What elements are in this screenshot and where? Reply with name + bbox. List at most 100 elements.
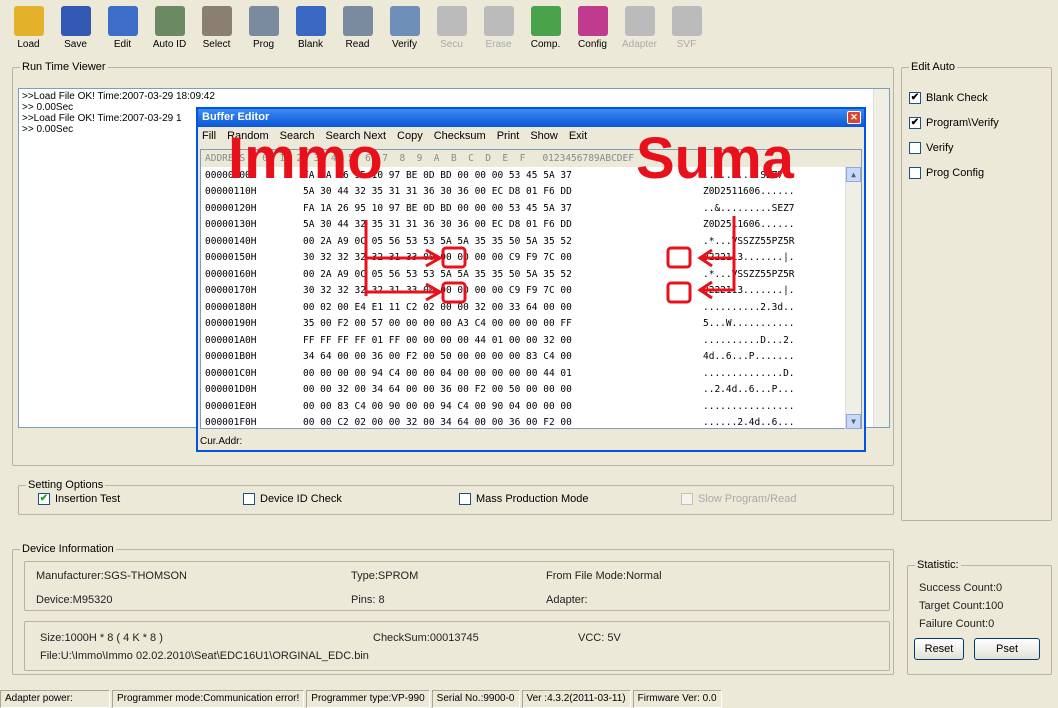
success-count-text: Success Count:0 <box>919 582 1003 594</box>
mass-production-label: Mass Production Mode <box>476 493 589 505</box>
edit-auto-group: Edit Auto <box>901 61 1052 521</box>
hex-address: 00000140H <box>205 235 257 247</box>
insertion-test-label: Insertion Test <box>55 493 121 505</box>
menu-item[interactable]: Search <box>280 130 315 142</box>
toolbar-button[interactable]: Load <box>6 6 51 58</box>
hex-ascii: ..&.......SEZ7 <box>703 169 784 181</box>
toolbar-button-label: Comp. <box>530 39 561 50</box>
scroll-down-icon[interactable]: ▼ <box>846 414 861 429</box>
toolbar-button[interactable]: Comp. <box>523 6 568 58</box>
hex-grid[interactable]: ADDRESS 0 1 2 3 4 5 6 7 8 9 A B C D E F … <box>200 149 862 429</box>
checksum-text: CheckSum:00013745 <box>373 632 479 644</box>
hex-address: 00000180H <box>205 301 257 313</box>
menu-item[interactable]: Show <box>530 130 558 142</box>
menu-item[interactable]: Copy <box>397 130 423 142</box>
checkbox-box <box>909 167 921 179</box>
toolbar-button[interactable]: Verify <box>382 6 427 58</box>
hex-row[interactable]: 00000110H 5A 30 44 32 35 31 31 36 30 36 0… <box>201 184 861 201</box>
hex-address: 00000170H <box>205 285 257 297</box>
toolbar-button[interactable]: Save <box>53 6 98 58</box>
device-id-check-label: Device ID Check <box>260 493 342 505</box>
hex-row[interactable]: 00000130H 5A 30 44 32 35 31 31 36 30 36 0… <box>201 217 861 234</box>
hex-ascii: Z0D2511606...... <box>703 186 795 198</box>
device-info-panel-top <box>24 561 890 611</box>
hex-header-text: ADDRESS 0 1 2 3 4 5 6 7 8 9 A B C D E F … <box>205 153 634 164</box>
toolbar-button[interactable]: Select <box>194 6 239 58</box>
device-id-check-checkbox[interactable]: Device ID Check <box>243 493 342 505</box>
svf-icon <box>671 6 702 36</box>
edit-auto-option[interactable]: ✔ Blank Check <box>909 92 988 104</box>
check-icon: ✔ <box>38 493 50 505</box>
hex-ascii: ..&.........SEZ7 <box>703 202 795 214</box>
menu-item[interactable]: Exit <box>569 130 587 142</box>
edit-auto-option[interactable]: Verify <box>909 142 954 154</box>
buffer-editor-title: Buffer Editor <box>202 111 270 123</box>
menu-item[interactable]: Print <box>497 130 520 142</box>
checkbox-box <box>459 493 471 505</box>
device-info-panel-bottom <box>24 621 890 671</box>
menu-item[interactable]: Checksum <box>434 130 486 142</box>
hex-bytes: FA 1A 26 95 10 97 BE 0D BD 00 00 00 53 4… <box>303 202 572 214</box>
hex-ascii: Z0D2511606...... <box>703 219 795 231</box>
toolbar-button: SVF <box>664 6 709 58</box>
hex-address: 000001C0H <box>205 367 257 379</box>
firmware-status: Firmware Ver: 0.0 <box>632 690 722 708</box>
reset-button[interactable]: Reset <box>914 638 964 660</box>
size-text: Size:1000H * 8 ( 4 K * 8 ) <box>40 632 163 644</box>
toolbar-button[interactable]: Prog <box>241 6 286 58</box>
toolbar-button-label: Prog <box>252 39 275 50</box>
hex-row[interactable]: 000001B0H 34 64 00 00 36 00 F2 00 50 00 0… <box>201 349 861 366</box>
device-info-title: Device Information <box>20 543 116 555</box>
menu-item[interactable]: Search Next <box>326 130 387 142</box>
hex-row[interactable]: 00000160H 00 2A A9 0C 05 56 53 53 5A 5A 3… <box>201 266 861 283</box>
hex-scrollbar[interactable]: ▲ ▼ <box>845 167 861 429</box>
auto-id-icon <box>154 6 185 36</box>
hex-row[interactable]: 000001C0H 00 00 00 00 94 C4 00 00 04 00 0… <box>201 365 861 382</box>
toolbar-button[interactable]: Config <box>570 6 615 58</box>
toolbar-button-label: Config <box>578 39 607 50</box>
verify-icon <box>389 6 420 36</box>
edit-auto-option-label: Prog Config <box>926 167 985 179</box>
hex-bytes: 00 00 00 00 94 C4 00 00 04 00 00 00 00 0… <box>303 367 572 379</box>
hex-row[interactable]: 00000170H 30 32 32 32 32 31 33 00 00 00 0… <box>201 283 861 300</box>
toolbar-button-label: Auto ID <box>152 39 187 50</box>
hex-row[interactable]: 000001A0H FF FF FF FF 01 FF 00 00 00 00 4… <box>201 332 861 349</box>
config-icon <box>577 6 608 36</box>
hex-row[interactable]: 000001F0H 00 00 C2 02 00 00 32 00 34 64 0… <box>201 415 861 432</box>
hex-row[interactable]: 00000140H 00 2A A9 0C 05 56 53 53 5A 5A 3… <box>201 233 861 250</box>
hex-bytes: 00 02 00 E4 E1 11 C2 02 00 00 32 00 33 6… <box>303 301 572 313</box>
edit-icon <box>107 6 138 36</box>
hex-bytes: 00 2A A9 0C 05 56 53 53 5A 5A 35 35 50 5… <box>303 268 572 280</box>
hex-bytes: 5A 30 44 32 35 31 31 36 30 36 00 EC D8 0… <box>303 219 572 231</box>
edit-auto-option[interactable]: ✔ Program\Verify <box>909 117 999 129</box>
hex-row[interactable]: 00000180H 00 02 00 E4 E1 11 C2 02 00 00 3… <box>201 299 861 316</box>
hex-row[interactable]: 000001D0H 00 00 32 00 34 64 00 00 36 00 F… <box>201 382 861 399</box>
prog-icon <box>248 6 279 36</box>
close-icon[interactable]: ✕ <box>847 111 861 124</box>
menu-item[interactable]: Fill <box>202 130 216 142</box>
mass-production-checkbox[interactable]: Mass Production Mode <box>459 493 589 505</box>
toolbar-button[interactable]: Blank <box>288 6 333 58</box>
toolbar-button[interactable]: Auto ID <box>147 6 192 58</box>
device-text: Device:M95320 <box>36 594 113 606</box>
edit-auto-option-label: Program\Verify <box>926 117 999 129</box>
scroll-up-icon[interactable]: ▲ <box>846 167 861 182</box>
cur-addr-label: Cur.Addr: <box>200 436 243 447</box>
save-icon <box>60 6 91 36</box>
hex-row[interactable]: 00000120H FA 1A 26 95 10 97 BE 0D BD 00 0… <box>201 200 861 217</box>
insertion-test-checkbox[interactable]: ✔ Insertion Test <box>38 493 120 505</box>
hex-row[interactable]: 00000100H FA 1A 26 95 10 97 BE 0D BD 00 0… <box>201 167 861 184</box>
log-scrollbar[interactable] <box>873 89 889 427</box>
hex-row[interactable]: 00000150H 30 32 32 32 32 31 33 00 00 00 0… <box>201 250 861 267</box>
hex-bytes: 00 2A A9 0C 05 56 53 53 5A 5A 35 35 50 5… <box>303 235 572 247</box>
hex-row[interactable]: 000001E0H 00 00 83 C4 00 90 00 00 94 C4 0… <box>201 398 861 415</box>
edit-auto-option[interactable]: Prog Config <box>909 167 984 179</box>
toolbar-button-label: Load <box>17 39 40 50</box>
toolbar-button[interactable]: Edit <box>100 6 145 58</box>
toolbar-button[interactable]: Read <box>335 6 380 58</box>
pset-button[interactable]: Pset <box>974 638 1040 660</box>
statistic-title: Statistic: <box>915 559 961 571</box>
menu-item[interactable]: Random <box>227 130 269 142</box>
hex-row[interactable]: 00000190H 35 00 F2 00 57 00 00 00 00 A3 C… <box>201 316 861 333</box>
buffer-editor-titlebar[interactable]: Buffer Editor ✕ <box>198 109 864 127</box>
